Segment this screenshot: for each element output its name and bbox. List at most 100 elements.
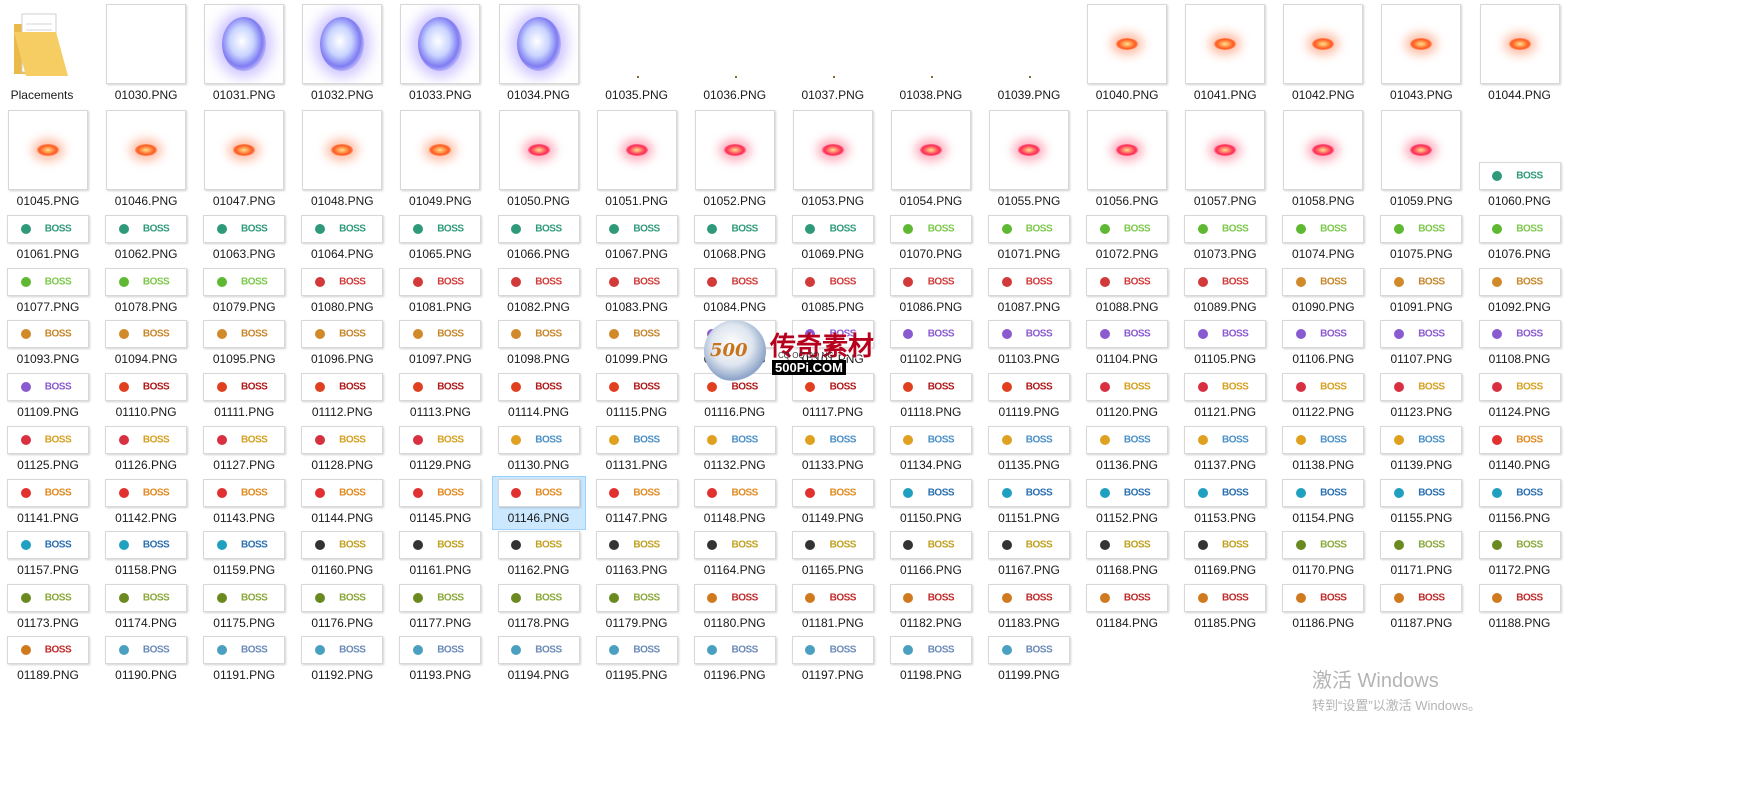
file-item[interactable]: BOSS 01189.PNG [2,635,94,686]
file-item[interactable]: BOSS 01152.PNG [1081,477,1173,529]
file-item[interactable]: BOSS 01118.PNG [885,372,977,423]
file-item[interactable]: BOSS 01089.PNG [1179,266,1271,318]
file-item[interactable]: BOSS 01109.PNG [2,372,94,423]
file-item[interactable]: BOSS 01086.PNG [885,266,977,318]
file-item[interactable]: BOSS 01150.PNG [885,477,977,529]
file-item[interactable]: BOSS 01176.PNG [296,582,388,634]
file-item[interactable]: BOSS 01092.PNG [1474,266,1566,318]
file-item[interactable]: BOSS 01168.PNG [1081,530,1173,581]
file-item[interactable]: BOSS 01081.PNG [394,266,486,318]
file-item[interactable]: BOSS 01087.PNG [983,266,1075,318]
file-item[interactable]: 01041.PNG [1179,2,1271,106]
file-item[interactable]: BOSS 01163.PNG [591,530,683,581]
file-item[interactable]: BOSS 01082.PNG [493,266,585,318]
file-item[interactable]: BOSS 01123.PNG [1375,372,1467,423]
file-item[interactable]: BOSS 01139.PNG [1375,424,1467,476]
file-item[interactable]: BOSS 01080.PNG [296,266,388,318]
file-item[interactable]: BOSS 01073.PNG [1179,214,1271,265]
file-item[interactable]: BOSS 01143.PNG [198,477,290,529]
file-item[interactable]: BOSS 01062.PNG [100,214,192,265]
file-item[interactable]: BOSS 01113.PNG [394,372,486,423]
file-item[interactable]: 01048.PNG [296,108,388,212]
file-item[interactable]: BOSS 01197.PNG [787,635,879,686]
file-item[interactable]: BOSS 01184.PNG [1081,582,1173,634]
file-item[interactable]: 01055.PNG [983,108,1075,212]
file-item[interactable]: BOSS 01125.PNG [2,424,94,476]
file-item[interactable]: 01036.PNG [689,2,781,106]
file-item[interactable]: BOSS 01164.PNG [689,530,781,581]
file-item[interactable]: BOSS 01199.PNG [983,635,1075,686]
file-item[interactable]: BOSS 01111.PNG [198,372,290,423]
file-item[interactable]: BOSS 01142.PNG [100,477,192,529]
file-item[interactable]: BOSS 01061.PNG [2,214,94,265]
file-item[interactable]: BOSS 01098.PNG [493,319,585,370]
file-item[interactable]: BOSS 01196.PNG [689,635,781,686]
file-item[interactable]: BOSS 01079.PNG [198,266,290,318]
file-item[interactable]: 01032.PNG [296,2,388,106]
file-item[interactable]: BOSS 01179.PNG [591,582,683,634]
file-item[interactable]: BOSS 01083.PNG [591,266,683,318]
file-item[interactable]: BOSS 01078.PNG [100,266,192,318]
file-item[interactable]: 01049.PNG [394,108,486,212]
file-item[interactable]: BOSS 01110.PNG [100,372,192,423]
file-item[interactable]: 01058.PNG [1277,108,1369,212]
file-item[interactable]: BOSS 01093.PNG [2,319,94,370]
file-item[interactable]: BOSS 01156.PNG [1474,477,1566,529]
file-item[interactable]: BOSS 01172.PNG [1474,530,1566,581]
file-item[interactable]: BOSS 01102.PNG [885,319,977,370]
file-item[interactable]: BOSS 01105.PNG [1179,319,1271,370]
file-item[interactable]: BOSS 01175.PNG [198,582,290,634]
file-item[interactable]: BOSS 01140.PNG [1474,424,1566,476]
file-item[interactable]: BOSS 01178.PNG [493,582,585,634]
file-item[interactable]: 01035.PNG [591,2,683,106]
folder-item-placements[interactable]: Placements [0,0,84,104]
file-item[interactable]: BOSS 01173.PNG [2,582,94,634]
file-item[interactable]: BOSS 01074.PNG [1277,214,1369,265]
file-item[interactable]: 01040.PNG [1081,2,1173,106]
file-item[interactable]: 01034.PNG [493,2,585,106]
file-item[interactable]: BOSS 01067.PNG [591,214,683,265]
file-item[interactable]: BOSS 01063.PNG [198,214,290,265]
file-item[interactable]: BOSS 01174.PNG [100,582,192,634]
file-item[interactable]: BOSS 01146.PNG [491,476,586,530]
file-item[interactable]: 01051.PNG [591,108,683,212]
file-item[interactable]: 01042.PNG [1277,2,1369,106]
file-item[interactable]: BOSS 01069.PNG [787,214,879,265]
file-item[interactable]: BOSS 01183.PNG [983,582,1075,634]
file-item[interactable]: BOSS 01134.PNG [885,424,977,476]
file-item[interactable]: BOSS 01138.PNG [1277,424,1369,476]
file-item[interactable]: BOSS 01155.PNG [1375,477,1467,529]
file-item[interactable]: BOSS 01169.PNG [1179,530,1271,581]
file-item[interactable]: BOSS 01127.PNG [198,424,290,476]
file-item[interactable]: BOSS 01103.PNG [983,319,1075,370]
file-item[interactable]: 01043.PNG [1375,2,1467,106]
file-item[interactable]: 01038.PNG [885,2,977,106]
file-item[interactable]: BOSS 01144.PNG [296,477,388,529]
file-item[interactable]: BOSS 01075.PNG [1375,214,1467,265]
file-item[interactable]: BOSS 01195.PNG [591,635,683,686]
file-item[interactable]: BOSS 01076.PNG [1474,214,1566,265]
file-item[interactable]: BOSS 01193.PNG [394,635,486,686]
file-item[interactable]: BOSS 01154.PNG [1277,477,1369,529]
file-item[interactable]: BOSS 01198.PNG [885,635,977,686]
file-item[interactable]: 01054.PNG [885,108,977,212]
file-item[interactable]: 01047.PNG [198,108,290,212]
file-item[interactable]: BOSS 01128.PNG [296,424,388,476]
file-item[interactable]: 01031.PNG [198,2,290,106]
file-item[interactable]: BOSS 01106.PNG [1277,319,1369,370]
file-item[interactable]: BOSS 01129.PNG [394,424,486,476]
file-item[interactable]: BOSS 01161.PNG [394,530,486,581]
file-item[interactable]: BOSS 01112.PNG [296,372,388,423]
file-item[interactable]: BOSS 01132.PNG [689,424,781,476]
file-item[interactable]: BOSS 01115.PNG [591,372,683,423]
file-item[interactable]: BOSS 01148.PNG [689,477,781,529]
file-item[interactable]: 01033.PNG [394,2,486,106]
file-item[interactable]: 01046.PNG [100,108,192,212]
file-item[interactable]: BOSS 01151.PNG [983,477,1075,529]
file-item[interactable]: BOSS 01122.PNG [1277,372,1369,423]
file-item[interactable]: BOSS 01094.PNG [100,319,192,370]
file-item[interactable]: BOSS 01126.PNG [100,424,192,476]
file-item[interactable]: BOSS 01162.PNG [493,530,585,581]
file-item[interactable]: BOSS 01158.PNG [100,530,192,581]
file-item[interactable]: BOSS 01066.PNG [493,214,585,265]
